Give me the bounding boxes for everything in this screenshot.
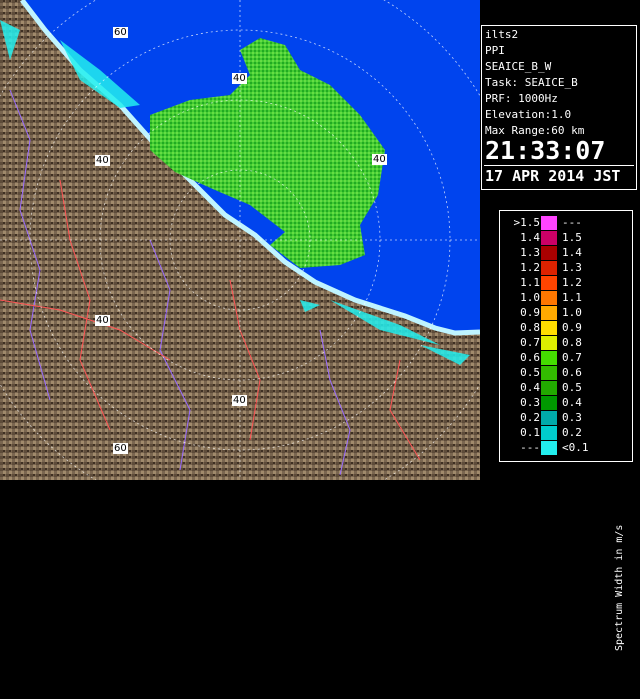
info-panel: ilts2 PPI SEAICE_B_W Task: SEAICE_B PRF:…: [480, 0, 640, 651]
legend-row: 0.9 1.0: [500, 305, 612, 320]
date-readout: 17 APR 2014 JST: [485, 167, 621, 185]
ring-label-lowleft-40: 40: [95, 315, 110, 326]
legend-units: Spectrum Width in m/s: [612, 459, 630, 699]
legend-row-low: 0.3: [520, 396, 540, 409]
legend-row: >1.5 ---: [500, 215, 612, 230]
legend-swatch: [541, 216, 557, 230]
legend-row: 0.1 0.2: [500, 425, 612, 440]
ring-label-left-40: 40: [95, 155, 110, 166]
legend-row-high: 0.6: [562, 366, 582, 379]
legend-row: --- <0.1: [500, 440, 612, 455]
radar-name: ilts2: [485, 28, 519, 41]
legend-row-low: 0.5: [520, 366, 540, 379]
time-readout: 21:33:07: [485, 136, 606, 165]
legend-swatch: [541, 231, 557, 245]
legend-swatch: [541, 411, 557, 425]
ring-label-bottom-40: 40: [232, 395, 247, 406]
legend-swatch: [541, 441, 557, 455]
legend-swatch: [541, 306, 557, 320]
display-mode: PPI: [485, 44, 505, 57]
legend-row-low: 0.2: [520, 411, 540, 424]
legend-row: 1.1 1.2: [500, 275, 612, 290]
legend-row: 0.7 0.8: [500, 335, 612, 350]
legend-row-low: 0.6: [520, 351, 540, 364]
elevation-value: Elevation:1.0: [485, 108, 572, 121]
legend-swatch: [541, 396, 557, 410]
legend-swatch: [541, 426, 557, 440]
color-legend: >1.5 --- 1.4 1.5 1.3 1.4 1.2 1.3 1.1 1.2 1.0 1.1 0.9…: [499, 210, 633, 651]
legend-swatch: [541, 321, 557, 335]
legend-swatch: [541, 261, 557, 275]
legend-row-high: ---: [562, 216, 582, 229]
prf-value: PRF: 1000Hz: [485, 92, 558, 105]
legend-row-high: 1.1: [562, 291, 582, 304]
legend-row-high: 1.5: [562, 231, 582, 244]
legend-swatch: [541, 381, 557, 395]
legend-row: 1.3 1.4: [500, 245, 612, 260]
legend-row-high: 0.8: [562, 336, 582, 349]
legend-row-low: 0.4: [520, 381, 540, 394]
task-name: Task: SEAICE_B: [485, 76, 578, 89]
ring-label-bottom-60: 60: [113, 443, 128, 454]
legend-row-low: 1.1: [520, 276, 540, 289]
ring-label-top-40: 40: [232, 73, 247, 84]
legend-row-low: >1.5: [513, 216, 541, 229]
legend-row-high: 0.2: [562, 426, 582, 439]
ring-label-top-60: 60: [113, 27, 128, 38]
legend-row: 1.2 1.3: [500, 260, 612, 275]
date-box: 17 APR 2014 JST: [484, 165, 634, 186]
legend-row-high: 1.2: [562, 276, 582, 289]
radar-ppi-map[interactable]: [0, 0, 480, 480]
legend-row-low: 1.4: [520, 231, 540, 244]
radar-info-box: ilts2 PPI SEAICE_B_W Task: SEAICE_B PRF:…: [481, 25, 637, 190]
legend-row-high: 0.7: [562, 351, 582, 364]
legend-row: 0.5 0.6: [500, 365, 612, 380]
legend-row: 0.2 0.3: [500, 410, 612, 425]
legend-row-low: 1.3: [520, 246, 540, 259]
legend-row-low: 1.2: [520, 261, 540, 274]
legend-row-high: 1.0: [562, 306, 582, 319]
legend-swatch: [541, 351, 557, 365]
legend-swatch: [541, 291, 557, 305]
legend-row: 0.6 0.7: [500, 350, 612, 365]
legend-row-low: 1.0: [520, 291, 540, 304]
legend-row: 0.4 0.5: [500, 380, 612, 395]
product-name: SEAICE_B_W: [485, 60, 552, 73]
legend-row: 0.8 0.9: [500, 320, 612, 335]
legend-swatch: [541, 246, 557, 260]
legend-row-high: <0.1: [562, 441, 589, 454]
legend-row: 0.3 0.4: [500, 395, 612, 410]
legend-swatch: [541, 336, 557, 350]
legend-row-low: ---: [520, 441, 540, 454]
legend-row-high: 0.3: [562, 411, 582, 424]
legend-row-high: 0.4: [562, 396, 582, 409]
legend-row-high: 1.4: [562, 246, 582, 259]
legend-row-low: 0.9: [520, 306, 540, 319]
legend-units-label: Spectrum Width in m/s: [614, 524, 625, 651]
legend-row-high: 0.5: [562, 381, 582, 394]
legend-row: 1.4 1.5: [500, 230, 612, 245]
legend-row-low: 0.8: [520, 321, 540, 334]
legend-swatch: [541, 366, 557, 380]
legend-row: 1.0 1.1: [500, 290, 612, 305]
ring-label-right-40: 40: [372, 154, 387, 165]
legend-row-low: 0.1: [520, 426, 540, 439]
legend-row-high: 1.3: [562, 261, 582, 274]
legend-swatch: [541, 276, 557, 290]
legend-row-high: 0.9: [562, 321, 582, 334]
legend-row-low: 0.7: [520, 336, 540, 349]
